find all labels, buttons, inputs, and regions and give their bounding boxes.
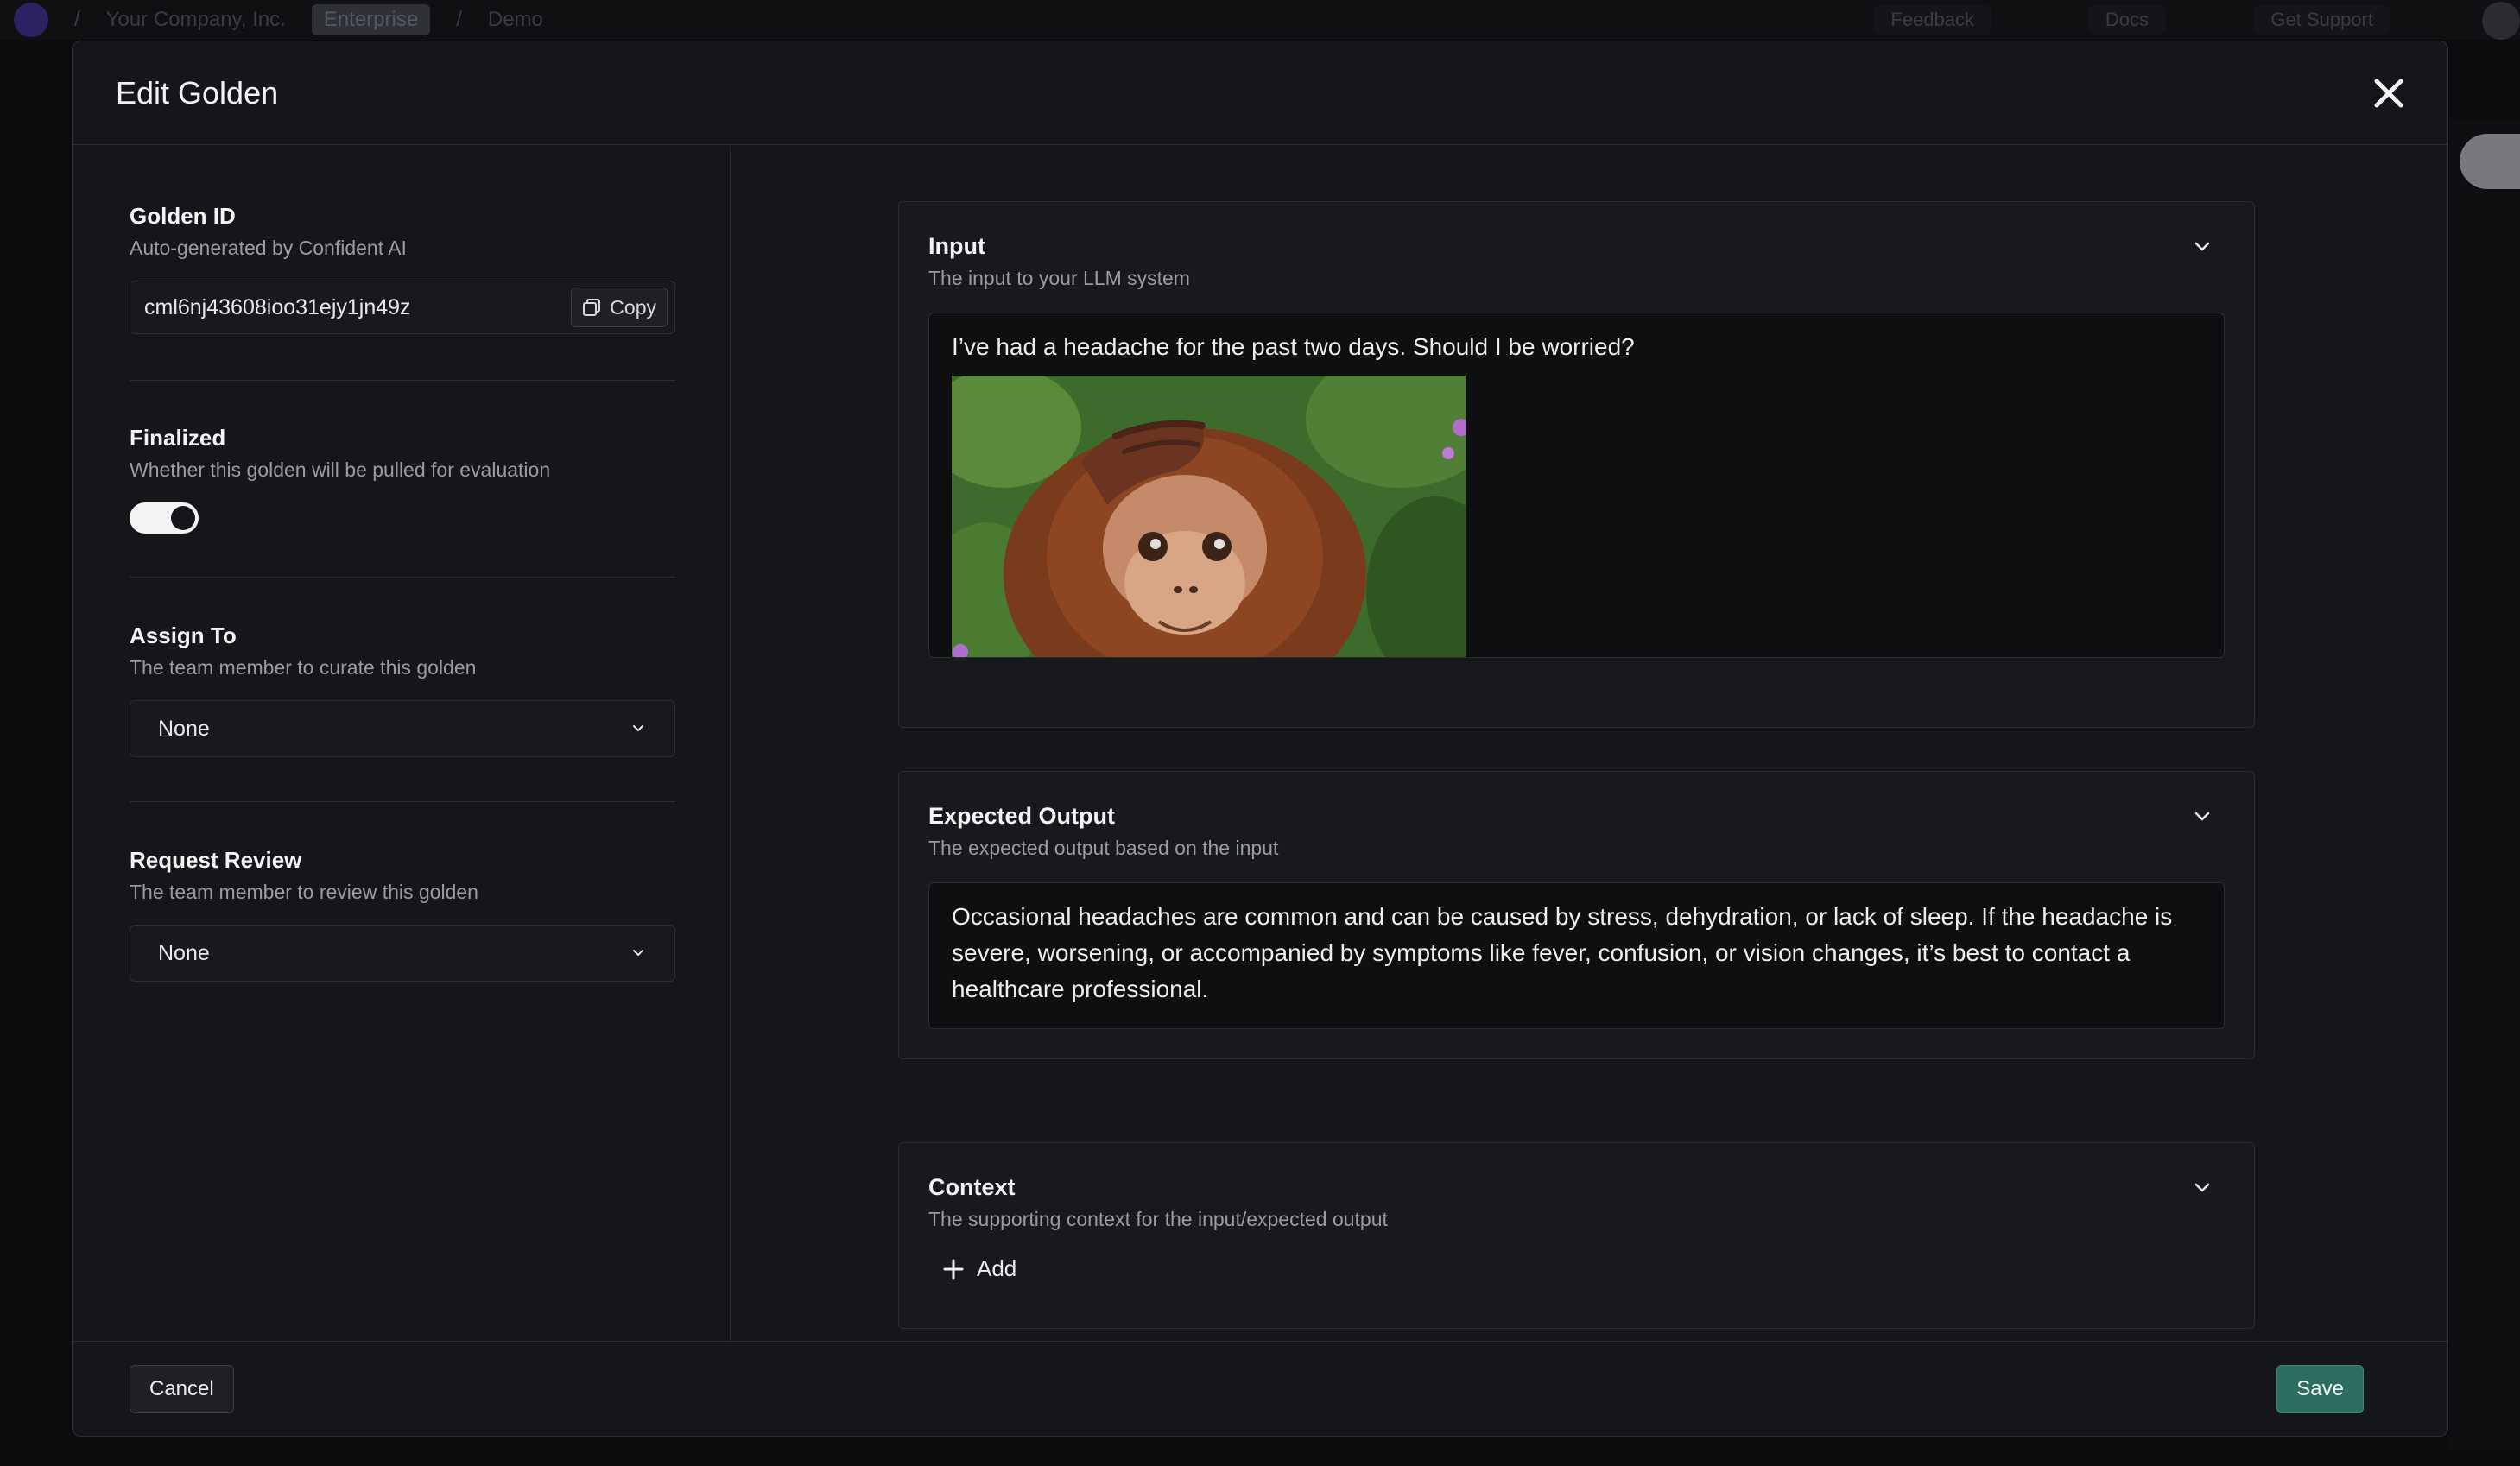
plus-icon	[943, 1259, 964, 1279]
company-name: Your Company, Inc.	[105, 8, 286, 31]
golden-id-value: cml6nj43608ioo31ejy1jn49z	[144, 294, 411, 319]
modal-header: Edit Golden	[73, 41, 2447, 145]
input-field[interactable]: I’ve had a headache for the past two day…	[928, 313, 2225, 658]
close-icon	[2374, 79, 2403, 108]
finalized-description: Whether this golden will be pulled for e…	[130, 458, 551, 481]
background-panel	[2449, 121, 2520, 1450]
copy-icon	[583, 299, 601, 316]
plan-badge: Enterprise	[311, 4, 431, 35]
chevron-down-icon	[2194, 1183, 2210, 1192]
toggle-knob	[171, 506, 195, 530]
modal-footer: Cancel Save	[73, 1341, 2447, 1436]
support-button: Get Support	[2253, 5, 2390, 35]
request-review-select[interactable]: None	[130, 925, 675, 982]
chevron-down-icon	[633, 950, 643, 956]
context-description: The supporting context for the input/exp…	[928, 1208, 1388, 1230]
chevron-down-icon	[633, 725, 643, 731]
context-header: Context The supporting context for the i…	[928, 1172, 1388, 1233]
user-avatar	[2482, 2, 2520, 40]
divider	[130, 577, 675, 578]
expected-output-field[interactable]: Occasional headaches are common and can …	[928, 882, 2225, 1029]
chevron-down-icon	[2194, 242, 2210, 251]
assign-to-title: Assign To	[130, 622, 237, 648]
separator: /	[456, 8, 462, 31]
project-name: Demo	[487, 8, 543, 31]
save-button[interactable]: Save	[2276, 1365, 2364, 1413]
input-card: Input The input to your LLM system I’ve …	[898, 201, 2255, 728]
golden-id-description: Auto-generated by Confident AI	[130, 237, 407, 259]
finalized-section: Finalized Whether this golden will be pu…	[130, 423, 675, 534]
input-collapse-button[interactable]	[2192, 237, 2213, 257]
request-review-section: Request Review The team member to review…	[130, 845, 675, 982]
separator: /	[74, 8, 80, 31]
divider	[130, 380, 675, 381]
expected-output-text: Occasional headaches are common and can …	[952, 903, 2173, 1002]
cancel-button[interactable]: Cancel	[130, 1365, 234, 1413]
close-button[interactable]	[2368, 73, 2409, 114]
input-description: The input to your LLM system	[928, 267, 1190, 289]
assign-to-description: The team member to curate this golden	[130, 656, 477, 679]
golden-id-section: Golden ID Auto-generated by Confident AI…	[130, 201, 675, 334]
context-card: Context The supporting context for the i…	[898, 1142, 2255, 1329]
context-title: Context	[928, 1174, 1016, 1200]
orangutan-image	[952, 376, 1466, 657]
assign-to-value: None	[158, 716, 210, 741]
expected-output-collapse-button[interactable]	[2192, 806, 2213, 827]
divider	[130, 801, 675, 802]
request-review-value: None	[158, 940, 210, 965]
chevron-down-icon	[2194, 812, 2210, 821]
copy-label: Copy	[610, 295, 656, 319]
input-header: Input The input to your LLM system	[928, 231, 1190, 292]
request-review-description: The team member to review this golden	[130, 881, 478, 903]
edit-golden-modal: Edit Golden Golden ID Auto-generated by …	[72, 41, 2448, 1437]
expected-output-title: Expected Output	[928, 803, 1116, 829]
assign-to-section: Assign To The team member to curate this…	[130, 621, 675, 757]
expected-output-card: Expected Output The expected output base…	[898, 771, 2255, 1059]
finalized-toggle[interactable]	[130, 502, 199, 534]
expected-output-header: Expected Output The expected output base…	[928, 801, 1278, 862]
golden-id-field[interactable]: cml6nj43608ioo31ejy1jn49z Copy	[130, 281, 675, 334]
context-collapse-button[interactable]	[2192, 1178, 2213, 1198]
copy-button[interactable]: Copy	[571, 288, 668, 327]
expected-output-description: The expected output based on the input	[928, 837, 1279, 859]
finalized-title: Finalized	[130, 425, 226, 451]
input-title: Input	[928, 233, 985, 259]
request-review-title: Request Review	[130, 847, 302, 873]
add-context-button[interactable]: Add	[942, 1255, 1016, 1282]
add-context-label: Add	[977, 1255, 1017, 1281]
docs-button: Docs	[2087, 5, 2166, 35]
input-text: I’ve had a headache for the past two day…	[952, 333, 1635, 360]
assign-to-select[interactable]: None	[130, 700, 675, 757]
modal-title: Edit Golden	[116, 74, 279, 111]
background-pill	[2460, 134, 2520, 189]
golden-id-title: Golden ID	[130, 203, 236, 229]
org-avatar	[14, 3, 48, 37]
feedback-button: Feedback	[1873, 5, 1991, 35]
